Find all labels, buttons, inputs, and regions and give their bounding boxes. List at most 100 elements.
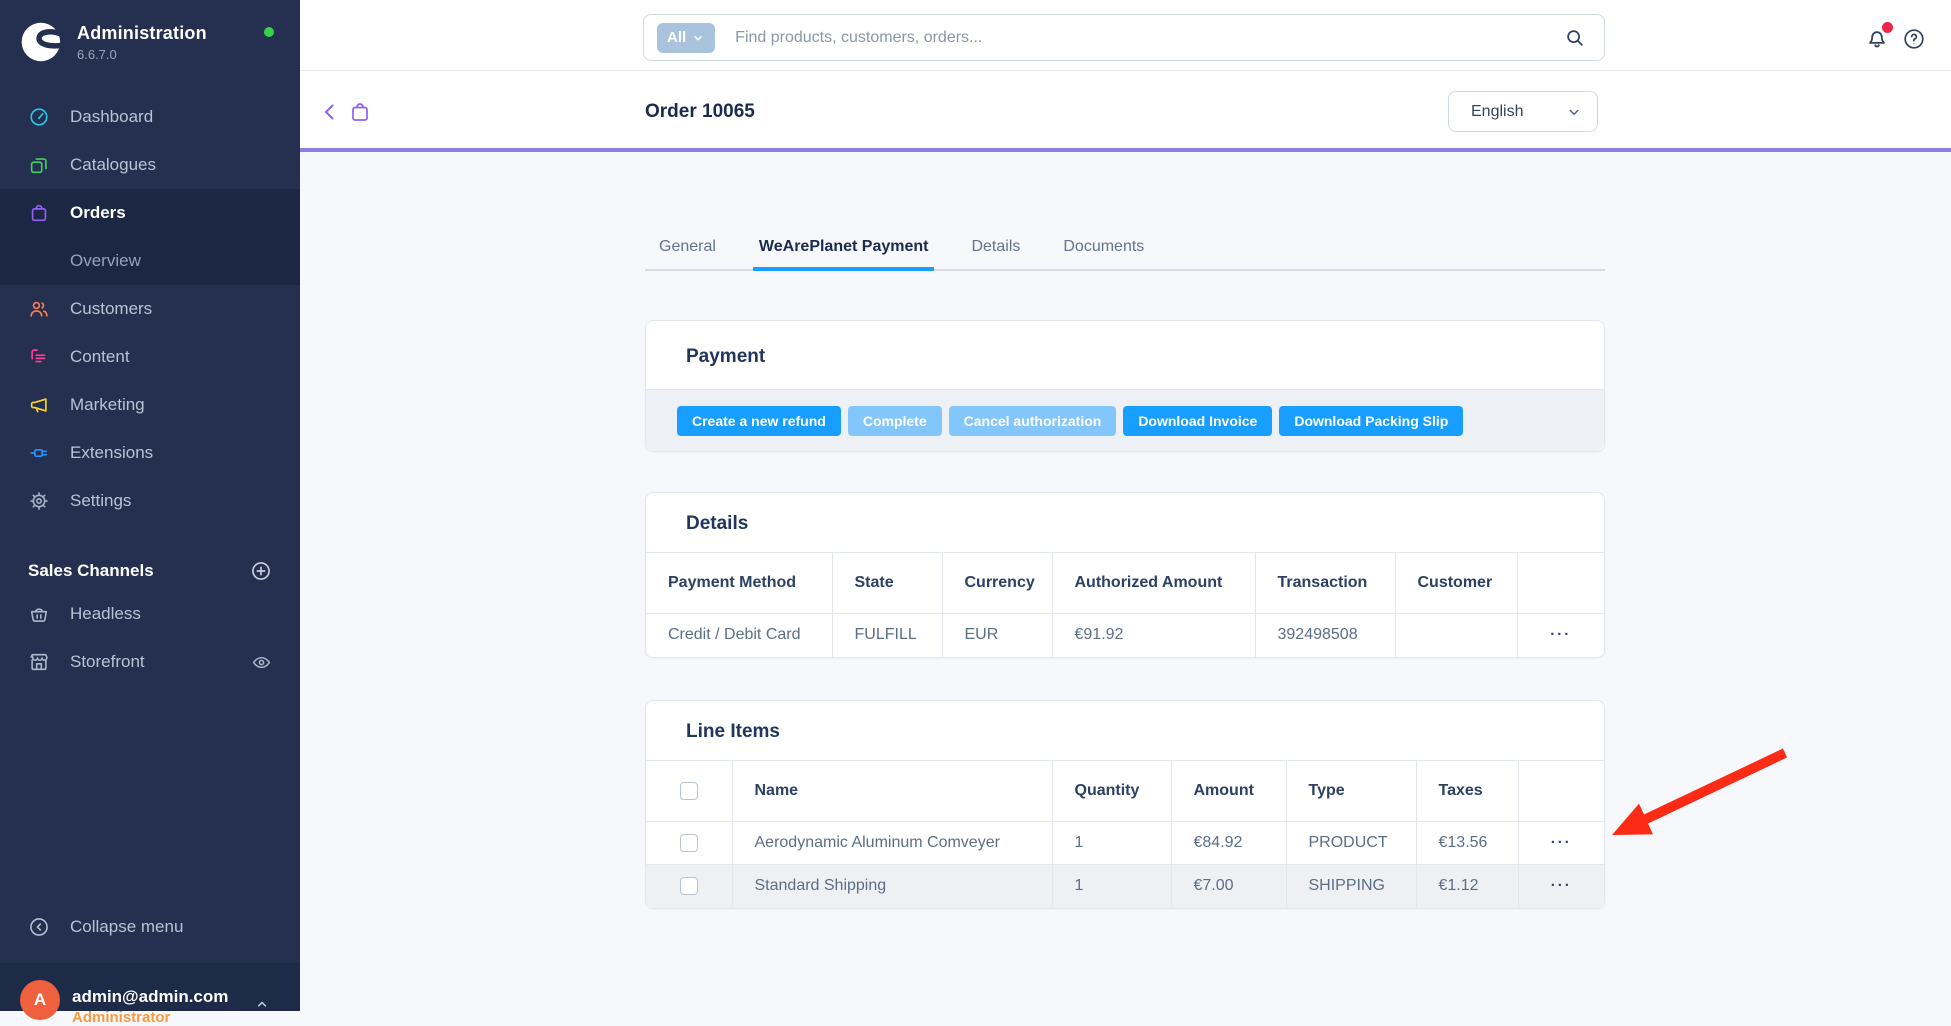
status-dot [264, 27, 274, 37]
cell-customer [1395, 614, 1517, 657]
details-card-title: Details [686, 513, 1604, 535]
download-invoice-button[interactable]: Download Invoice [1123, 406, 1272, 436]
global-search: All [643, 14, 1605, 61]
sidebar-item-content[interactable]: Content [0, 333, 300, 381]
cell-type: SHIPPING [1286, 865, 1416, 908]
sales-channels-title: Sales Channels [28, 561, 250, 581]
cell-currency: EUR [942, 614, 1052, 657]
column-header: Payment Method [646, 553, 832, 614]
sidebar-item-label: Extensions [70, 443, 153, 463]
sidebar-item-overview[interactable]: Overview [0, 237, 300, 285]
chevron-down-icon [691, 31, 705, 45]
cell-type: PRODUCT [1286, 822, 1416, 865]
cell-taxes: €13.56 [1416, 822, 1518, 865]
topbar: All [300, 0, 1951, 71]
cancel-authorization-button[interactable]: Cancel authorization [949, 406, 1117, 436]
sidebar-item-headless[interactable]: Headless [0, 590, 300, 638]
create-refund-button[interactable]: Create a new refund [677, 406, 841, 436]
user-menu[interactable]: A admin@admin.com Administrator [0, 963, 300, 1011]
column-header: Name [732, 761, 1052, 822]
shopware-logo-icon [20, 20, 64, 64]
row-select-checkbox[interactable] [680, 877, 698, 895]
column-header: Currency [942, 553, 1052, 614]
select-all-checkbox[interactable] [680, 782, 698, 800]
language-select[interactable]: English [1448, 91, 1598, 132]
search-icon[interactable] [1564, 27, 1586, 49]
row-select-checkbox[interactable] [680, 834, 698, 852]
payment-card-title: Payment [686, 346, 765, 368]
complete-button[interactable]: Complete [848, 406, 942, 436]
main-content: General WeArePlanet Payment Details Docu… [300, 152, 1951, 1011]
active-nav-group: Orders Overview [0, 189, 300, 285]
cell-amount: €7.00 [1171, 865, 1286, 908]
cell-authorized-amount: €91.92 [1052, 614, 1255, 657]
eye-icon[interactable] [251, 652, 272, 673]
notifications-bell-icon[interactable] [1864, 25, 1890, 51]
cell-state: FULFILL [832, 614, 942, 657]
context-menu-button[interactable]: ··· [1551, 877, 1572, 894]
sidebar-item-label: Marketing [70, 395, 145, 415]
sidebar-item-label: Headless [70, 604, 141, 624]
catalogues-icon [28, 154, 50, 176]
search-input[interactable] [735, 29, 1564, 47]
settings-gear-icon [28, 490, 50, 512]
sidebar-item-label: Orders [70, 203, 126, 223]
main-nav: Dashboard Catalogues Orders Overview Cu [0, 93, 300, 525]
column-header: Taxes [1416, 761, 1518, 822]
sidebar-item-marketing[interactable]: Marketing [0, 381, 300, 429]
line-items-card: Line Items Name Quantity Amount Type Tax… [645, 700, 1605, 909]
app-title: Administration [77, 23, 207, 44]
user-email: admin@admin.com [72, 987, 228, 1007]
help-icon[interactable] [1902, 27, 1926, 51]
payment-card: Payment Create a new refund Complete Can… [645, 320, 1605, 452]
sidebar-item-label: Storefront [70, 652, 145, 672]
collapse-chevron-icon [28, 916, 50, 938]
table-header-row: Name Quantity Amount Type Taxes [646, 761, 1604, 822]
search-scope-label: All [667, 29, 686, 46]
sidebar-item-label: Dashboard [70, 107, 153, 127]
chevron-up-icon [252, 994, 272, 1014]
sales-channels-section: Sales Channels Headless Storefront [0, 552, 300, 686]
order-bag-icon [348, 100, 372, 124]
column-header: Quantity [1052, 761, 1171, 822]
context-menu-button[interactable]: ··· [1550, 626, 1571, 643]
search-scope-dropdown[interactable]: All [657, 23, 715, 53]
cell-quantity: 1 [1052, 822, 1171, 865]
column-header: Transaction [1255, 553, 1395, 614]
tab-weareplanet-payment[interactable]: WeArePlanet Payment [753, 238, 935, 271]
column-header-actions [1518, 761, 1604, 822]
line-items-table: Name Quantity Amount Type Taxes Aerodyna… [646, 760, 1604, 908]
sidebar-item-extensions[interactable]: Extensions [0, 429, 300, 477]
sidebar-item-settings[interactable]: Settings [0, 477, 300, 525]
line-items-card-title: Line Items [686, 721, 1604, 743]
sidebar-item-label: Content [70, 347, 130, 367]
content-icon [28, 346, 50, 368]
sidebar-item-customers[interactable]: Customers [0, 285, 300, 333]
sidebar-item-label: Customers [70, 299, 152, 319]
orders-icon [28, 202, 50, 224]
sidebar-item-orders[interactable]: Orders [0, 189, 300, 237]
sidebar-item-label: Settings [70, 491, 131, 511]
sidebar-item-catalogues[interactable]: Catalogues [0, 141, 300, 189]
tab-details[interactable]: Details [965, 238, 1026, 269]
collapse-menu-button[interactable]: Collapse menu [0, 903, 300, 951]
marketing-icon [28, 394, 50, 416]
table-row: Standard Shipping 1 €7.00 SHIPPING €1.12… [646, 865, 1604, 908]
tab-documents[interactable]: Documents [1057, 238, 1150, 269]
back-button[interactable] [318, 100, 342, 124]
language-select-value: English [1471, 103, 1565, 121]
context-menu-button[interactable]: ··· [1551, 834, 1572, 851]
column-header-actions [1517, 553, 1604, 614]
cell-taxes: €1.12 [1416, 865, 1518, 908]
sidebar-item-label: Overview [70, 251, 141, 271]
download-packing-slip-button[interactable]: Download Packing Slip [1279, 406, 1463, 436]
add-sales-channel-icon[interactable] [250, 560, 272, 582]
sidebar-item-storefront[interactable]: Storefront [0, 638, 300, 686]
extensions-icon [28, 442, 50, 464]
column-header: Authorized Amount [1052, 553, 1255, 614]
cell-transaction: 392498508 [1255, 614, 1395, 657]
column-header: State [832, 553, 942, 614]
sidebar-item-dashboard[interactable]: Dashboard [0, 93, 300, 141]
tab-general[interactable]: General [653, 238, 722, 269]
cell-name: Standard Shipping [732, 865, 1052, 908]
